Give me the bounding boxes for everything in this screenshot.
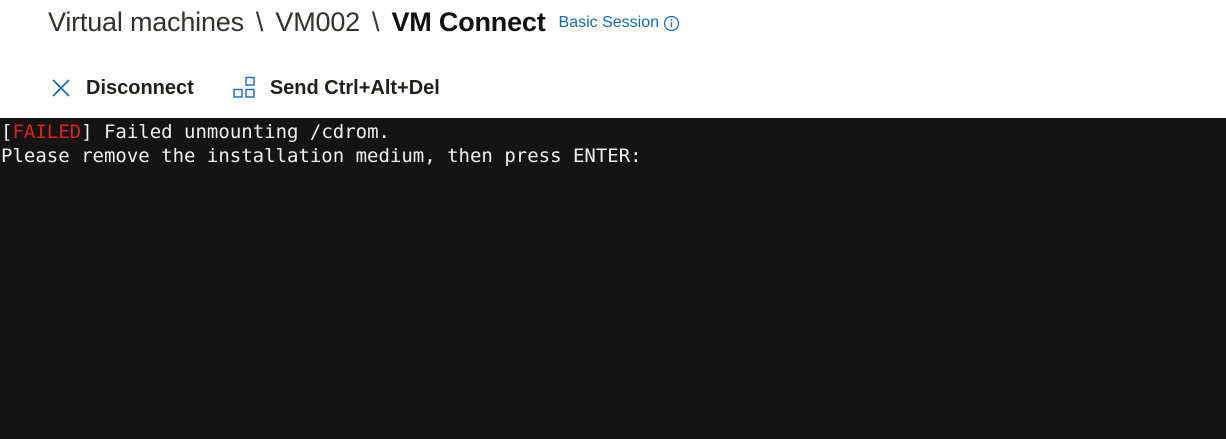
- breadcrumb-vm002[interactable]: VM002: [275, 7, 360, 38]
- keyboard-keys-icon: [232, 75, 258, 101]
- disconnect-button[interactable]: Disconnect: [48, 72, 194, 104]
- disconnect-label: Disconnect: [86, 76, 194, 99]
- console-line: Please remove the installation medium, t…: [1, 145, 642, 167]
- failed-status: FAILED: [12, 121, 82, 143]
- console-bracket: ]: [81, 121, 93, 143]
- breadcrumb-virtual-machines[interactable]: Virtual machines: [48, 7, 244, 38]
- info-icon[interactable]: [663, 15, 680, 32]
- page-header: Virtual machines \ VM002 \ VM Connect Ba…: [48, 0, 680, 44]
- toolbar: Disconnect Send Ctrl+Alt+Del: [48, 72, 440, 104]
- console-line: [FAILED] Failed unmounting /cdrom.: [0, 120, 1226, 144]
- send-ctrl-alt-del-button[interactable]: Send Ctrl+Alt+Del: [232, 72, 440, 104]
- close-icon: [48, 75, 74, 101]
- console-message: Failed unmounting /cdrom.: [92, 121, 390, 143]
- breadcrumb-separator: \: [255, 6, 264, 37]
- send-ctrl-alt-del-label: Send Ctrl+Alt+Del: [269, 76, 440, 99]
- session-badge[interactable]: Basic Session: [559, 14, 681, 32]
- breadcrumb-separator: \: [371, 6, 380, 37]
- session-label: Basic Session: [558, 14, 660, 31]
- vm-console[interactable]: [FAILED] Failed unmounting /cdrom. Pleas…: [0, 118, 1226, 439]
- page-title: VM Connect: [391, 6, 546, 37]
- console-bracket: [: [1, 121, 13, 143]
